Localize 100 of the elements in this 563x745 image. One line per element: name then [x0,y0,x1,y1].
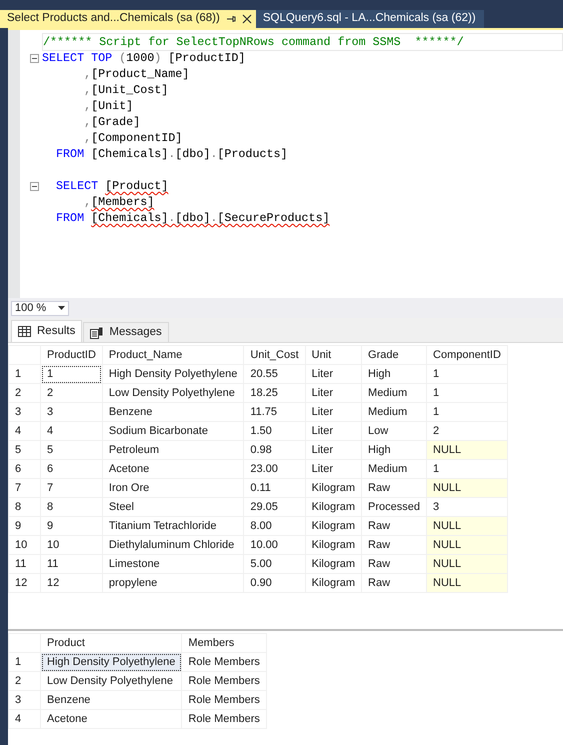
table-cell[interactable]: 20.55 [244,364,306,384]
table-cell[interactable]: 10.00 [244,536,306,554]
row-number: 3 [8,402,40,422]
table-cell[interactable]: Role Members [182,652,266,672]
table-cell[interactable]: 12 [40,574,102,592]
table-cell[interactable]: Medium [362,460,427,478]
table-cell[interactable]: Acetone [102,460,244,478]
table-cell[interactable]: Kilogram [305,536,362,554]
table-cell[interactable]: 0.11 [244,478,306,498]
table-cell[interactable]: NULL [426,478,508,498]
results-tab[interactable]: Messages [83,322,169,342]
table-cell[interactable]: 9 [40,516,102,536]
table-cell[interactable]: 5.00 [244,554,306,574]
table-cell[interactable]: NULL [426,574,508,592]
table-cell[interactable]: Iron Ore [102,478,244,498]
table-cell[interactable]: Liter [305,402,362,422]
table-cell[interactable]: Role Members [182,690,266,710]
code-line: FROM [Chemicals].[dbo].[SecureProducts] [55,210,331,226]
table-cell[interactable]: 0.98 [244,440,306,460]
table-cell[interactable]: Acetone [40,710,182,728]
table-cell[interactable]: 4 [40,422,102,440]
table-cell[interactable]: Low Density Polyethylene [102,384,244,402]
table-cell[interactable]: NULL [426,554,508,574]
table-cell[interactable]: 1 [426,364,508,384]
close-icon[interactable] [242,14,252,24]
table-cell[interactable]: Kilogram [305,478,362,498]
table-cell[interactable]: Steel [102,498,244,516]
row-number: 10 [8,536,40,554]
row-number: 2 [8,672,40,690]
table-cell[interactable]: High [362,440,427,460]
column-header[interactable]: Product_Name [102,346,244,364]
column-header[interactable]: Unit [305,346,362,364]
table-cell[interactable]: Processed [362,498,427,516]
table-cell[interactable]: Liter [305,460,362,478]
table-cell[interactable]: 6 [40,460,102,478]
table-cell[interactable]: Low Density Polyethylene [40,672,182,690]
table-cell[interactable]: Kilogram [305,554,362,574]
table-cell[interactable]: Raw [362,478,427,498]
table-cell[interactable]: Medium [362,402,427,422]
row-number: 1 [8,364,40,384]
table-cell[interactable]: Benzene [102,402,244,422]
collapse-icon[interactable] [30,54,39,62]
row-number: 7 [8,478,40,498]
table-cell[interactable]: Petroleum [102,440,244,460]
table-cell[interactable]: 29.05 [244,498,306,516]
table-cell[interactable]: Diethylaluminum Chloride [102,536,244,554]
row-number: 9 [8,516,40,536]
table-cell[interactable]: Titanium Tetrachloride [102,516,244,536]
table-cell[interactable]: Liter [305,440,362,460]
table-cell[interactable]: NULL [426,516,508,536]
table-cell[interactable]: High Density Polyethylene [102,364,244,384]
table-cell[interactable]: Kilogram [305,574,362,592]
table-cell[interactable]: Liter [305,364,362,384]
table-cell[interactable]: 10 [40,536,102,554]
column-header[interactable]: Members [182,634,266,652]
table-cell[interactable]: Role Members [182,710,266,728]
table-cell[interactable]: Benzene [40,690,182,710]
table-cell[interactable]: High [362,364,427,384]
table-cell[interactable]: Low [362,422,427,440]
table-cell[interactable]: 1 [426,384,508,402]
table-cell[interactable]: Limestone [102,554,244,574]
table-cell[interactable]: 23.00 [244,460,306,478]
table-cell[interactable]: 1 [40,364,102,384]
table-cell[interactable]: 5 [40,440,102,460]
column-header[interactable]: Grade [362,346,427,364]
collapse-icon[interactable] [30,182,39,190]
table-cell[interactable]: Kilogram [305,516,362,536]
table-cell[interactable]: Liter [305,422,362,440]
table-cell[interactable]: 3 [40,402,102,422]
table-cell[interactable]: 18.25 [244,384,306,402]
table-cell[interactable]: Kilogram [305,498,362,516]
table-cell[interactable]: Raw [362,574,427,592]
table-cell[interactable]: Sodium Bicarbonate [102,422,244,440]
column-header[interactable]: Unit_Cost [244,346,306,364]
table-cell[interactable]: 2 [40,384,102,402]
column-header[interactable]: ProductID [40,346,102,364]
table-cell[interactable]: High Density Polyethylene [40,652,182,672]
row-number: 5 [8,440,40,460]
results-tab[interactable]: Results [11,320,82,342]
table-cell[interactable]: 11 [40,554,102,574]
table-cell[interactable]: 8 [40,498,102,516]
table-cell[interactable]: 1 [426,402,508,422]
pin-icon[interactable] [226,14,236,24]
table-cell[interactable]: Role Members [182,672,266,690]
column-header[interactable]: Product [40,634,182,652]
table-cell[interactable]: propylene [102,574,244,592]
table-cell[interactable]: Liter [305,384,362,402]
document-tab[interactable]: Select Products and...Chemicals (sa (68)) [0,10,256,28]
table-cell[interactable]: 7 [40,478,102,498]
column-header[interactable]: ComponentID [426,346,508,364]
table-cell[interactable]: 0.90 [244,574,306,592]
zoom-dropdown[interactable]: 100 % [11,300,69,316]
document-tab[interactable]: SQLQuery6.sql - LA...Chemicals (sa (62)) [256,10,484,28]
table-cell[interactable]: 8.00 [244,516,306,536]
table-cell[interactable]: Medium [362,384,427,402]
code-line: ,[Members] [83,194,156,210]
table-cell[interactable]: 11.75 [244,402,306,422]
table-cell[interactable]: NULL [426,536,508,554]
table-cell[interactable]: NULL [426,440,508,460]
table-cell[interactable]: 1.50 [244,422,306,440]
